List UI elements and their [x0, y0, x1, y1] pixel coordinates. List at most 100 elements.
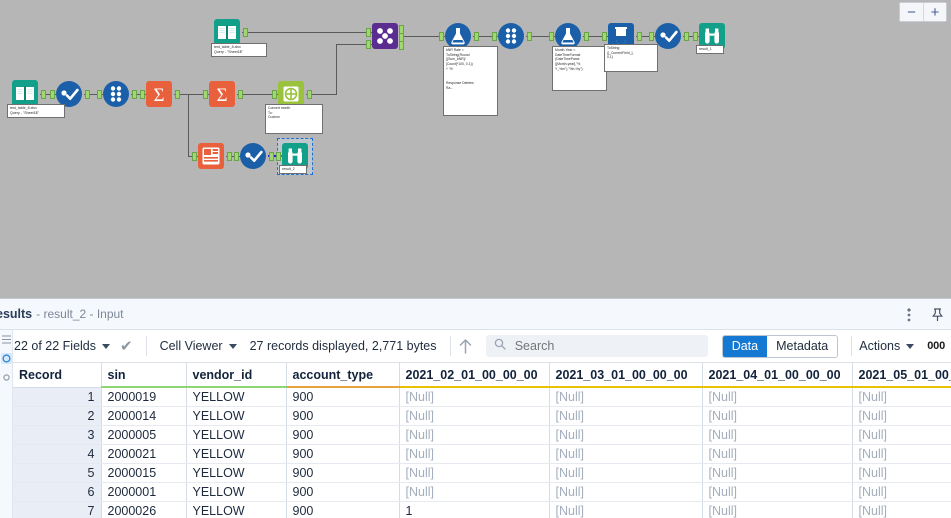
- annotation-crosstab[interactable]: Convert month To: Custom: [265, 104, 323, 134]
- more-vertical-icon[interactable]: [901, 307, 917, 323]
- table-row[interactable]: 3 2000005 YELLOW 900 [Null] [Null] [Null] [Null…: [13, 425, 951, 445]
- annotation-formula-2[interactable]: Month-Year = DateTimeFormat (DateTimePar…: [552, 46, 607, 91]
- cell-2021_04_01_00_00_00[interactable]: [Null]: [702, 482, 853, 502]
- node-join[interactable]: [372, 23, 398, 49]
- cell-2021_03_01_00_00_00[interactable]: [Null]: [549, 406, 703, 426]
- cell-account_type[interactable]: 900: [286, 444, 400, 464]
- cell-2021_05_01_00_00_00[interactable]: [Null]: [852, 444, 951, 464]
- search-box[interactable]: [485, 335, 708, 357]
- annotation-formula-1[interactable]: bNR Rate = ToString(Round ([Sum_bNR]/ [C…: [443, 46, 498, 116]
- cell-vendor_id[interactable]: YELLOW: [186, 444, 287, 464]
- cell-account_type[interactable]: 900: [286, 501, 400, 518]
- column-header-sin[interactable]: sin: [101, 363, 187, 388]
- arrow-up-icon[interactable]: [458, 338, 474, 354]
- node-transpose-left[interactable]: [103, 81, 129, 107]
- column-header-2021_02_01_00_00_00[interactable]: 2021_02_01_00_00_00: [399, 363, 550, 388]
- cell-account_type[interactable]: 900: [286, 425, 400, 445]
- node-label-input-top[interactable]: test_table_8.xlsx Query - "Sheet1$": [211, 43, 267, 58]
- node-summarize-2[interactable]: Σ: [209, 81, 235, 107]
- node-summarize-1[interactable]: Σ: [146, 81, 172, 107]
- column-header-2021_05_01_00_00_00[interactable]: 2021_05_01_00_00_00: [852, 363, 951, 388]
- cell-2021_05_01_00_00_00[interactable]: [Null]: [852, 387, 951, 407]
- cell-record-number[interactable]: 2: [13, 406, 102, 426]
- cell-2021_03_01_00_00_00[interactable]: [Null]: [549, 501, 703, 518]
- pin-icon[interactable]: [929, 307, 945, 323]
- table-row[interactable]: 4 2000021 YELLOW 900 [Null] [Null] [Null] [Null…: [13, 444, 951, 464]
- column-header-vendor_id[interactable]: vendor_id: [186, 363, 287, 388]
- cell-2021_02_01_00_00_00[interactable]: [Null]: [399, 482, 550, 502]
- cell-2021_04_01_00_00_00[interactable]: [Null]: [702, 444, 853, 464]
- cell-account_type[interactable]: 900: [286, 406, 400, 426]
- node-input-data-left[interactable]: [12, 80, 38, 106]
- fields-selector[interactable]: 22 of 22 Fields: [14, 339, 110, 353]
- cell-vendor_id[interactable]: YELLOW: [186, 425, 287, 445]
- cell-sin[interactable]: 2000014: [101, 406, 187, 426]
- node-select-right[interactable]: [655, 23, 681, 49]
- search-input[interactable]: [512, 338, 700, 354]
- cell-2021_03_01_00_00_00[interactable]: [Null]: [549, 425, 703, 445]
- cell-2021_02_01_00_00_00[interactable]: [Null]: [399, 406, 550, 426]
- table-row[interactable]: 7 2000026 YELLOW 900 1 [Null] [Null] [Null]: [13, 501, 951, 518]
- cell-vendor_id[interactable]: YELLOW: [186, 501, 287, 518]
- cell-2021_03_01_00_00_00[interactable]: [Null]: [549, 463, 703, 483]
- tab-data[interactable]: Data: [722, 335, 768, 357]
- cell-2021_02_01_00_00_00[interactable]: [Null]: [399, 425, 550, 445]
- node-filter[interactable]: [198, 143, 224, 169]
- cell-2021_05_01_00_00_00[interactable]: [Null]: [852, 463, 951, 483]
- cell-vendor_id[interactable]: YELLOW: [186, 387, 287, 407]
- cell-2021_02_01_00_00_00[interactable]: [Null]: [399, 463, 550, 483]
- cell-2021_02_01_00_00_00[interactable]: 1: [399, 501, 550, 518]
- node-label-result-2[interactable]: result_2: [279, 165, 307, 175]
- cell-account_type[interactable]: 900: [286, 482, 400, 502]
- column-header-2021_04_01_00_00_00[interactable]: 2021_04_01_00_00_00: [702, 363, 853, 388]
- cell-2021_03_01_00_00_00[interactable]: [Null]: [549, 444, 703, 464]
- column-header-account_type[interactable]: account_type: [286, 363, 400, 388]
- workflow-canvas[interactable]: − + Σ Σ test_table_8.xlsx Query - "Sheet…: [0, 0, 951, 298]
- checkmark-icon[interactable]: ✔: [120, 337, 133, 355]
- column-header-2021_03_01_00_00_00[interactable]: 2021_03_01_00_00_00: [549, 363, 703, 388]
- cell-vendor_id[interactable]: YELLOW: [186, 482, 287, 502]
- settings-icon[interactable]: [1, 372, 12, 383]
- cell-sin[interactable]: 2000019: [101, 387, 187, 407]
- table-row[interactable]: 6 2000001 YELLOW 900 [Null] [Null] [Null] [Null…: [13, 482, 951, 502]
- table-icon[interactable]: [0, 353, 12, 364]
- cell-2021_03_01_00_00_00[interactable]: [Null]: [549, 482, 703, 502]
- cell-sin[interactable]: 2000026: [101, 501, 187, 518]
- cell-account_type[interactable]: 900: [286, 387, 400, 407]
- cell-sin[interactable]: 2000005: [101, 425, 187, 445]
- cell-sin[interactable]: 2000015: [101, 463, 187, 483]
- cell-record-number[interactable]: 5: [13, 463, 102, 483]
- cell-2021_04_01_00_00_00[interactable]: [Null]: [702, 501, 853, 518]
- list-icon[interactable]: [1, 334, 12, 345]
- cell-record-number[interactable]: 4: [13, 444, 102, 464]
- cell-sin[interactable]: 2000021: [101, 444, 187, 464]
- zoom-in-button[interactable]: +: [923, 3, 946, 21]
- cell-2021_05_01_00_00_00[interactable]: [Null]: [852, 425, 951, 445]
- cell-viewer-selector[interactable]: Cell Viewer: [160, 339, 237, 353]
- cell-record-number[interactable]: 6: [13, 482, 102, 502]
- cell-record-number[interactable]: 3: [13, 425, 102, 445]
- annotation-multifield[interactable]: ToString ([_CurrentField_], 0,1): [604, 44, 658, 72]
- cell-2021_02_01_00_00_00[interactable]: [Null]: [399, 444, 550, 464]
- cell-2021_03_01_00_00_00[interactable]: [Null]: [549, 387, 703, 407]
- node-label-result-1[interactable]: result_1: [696, 45, 724, 55]
- cell-sin[interactable]: 2000001: [101, 482, 187, 502]
- table-row[interactable]: 2 2000014 YELLOW 900 [Null] [Null] [Null] [Null…: [13, 406, 951, 426]
- cell-record-number[interactable]: 7: [13, 501, 102, 518]
- node-input-data-top[interactable]: [214, 19, 240, 45]
- node-label-input-left[interactable]: test_table_8.xlsx Query - "Sheet1$": [7, 104, 65, 119]
- cell-2021_04_01_00_00_00[interactable]: [Null]: [702, 425, 853, 445]
- cell-vendor_id[interactable]: YELLOW: [186, 463, 287, 483]
- cell-2021_04_01_00_00_00[interactable]: [Null]: [702, 387, 853, 407]
- actions-menu[interactable]: Actions: [859, 339, 915, 353]
- table-row[interactable]: 1 2000019 YELLOW 900 [Null] [Null] [Null] [Null…: [13, 387, 951, 407]
- cell-2021_05_01_00_00_00[interactable]: [Null]: [852, 501, 951, 518]
- column-header-record[interactable]: Record: [13, 363, 102, 388]
- cell-2021_04_01_00_00_00[interactable]: [Null]: [702, 463, 853, 483]
- cell-2021_04_01_00_00_00[interactable]: [Null]: [702, 406, 853, 426]
- zoom-out-button[interactable]: −: [900, 3, 923, 21]
- cell-account_type[interactable]: 900: [286, 463, 400, 483]
- table-row[interactable]: 5 2000015 YELLOW 900 [Null] [Null] [Null] [Null…: [13, 463, 951, 483]
- results-grid[interactable]: Record sin vendor_id account_type 2021_02_01…: [13, 363, 951, 518]
- cell-record-number[interactable]: 1: [13, 387, 102, 407]
